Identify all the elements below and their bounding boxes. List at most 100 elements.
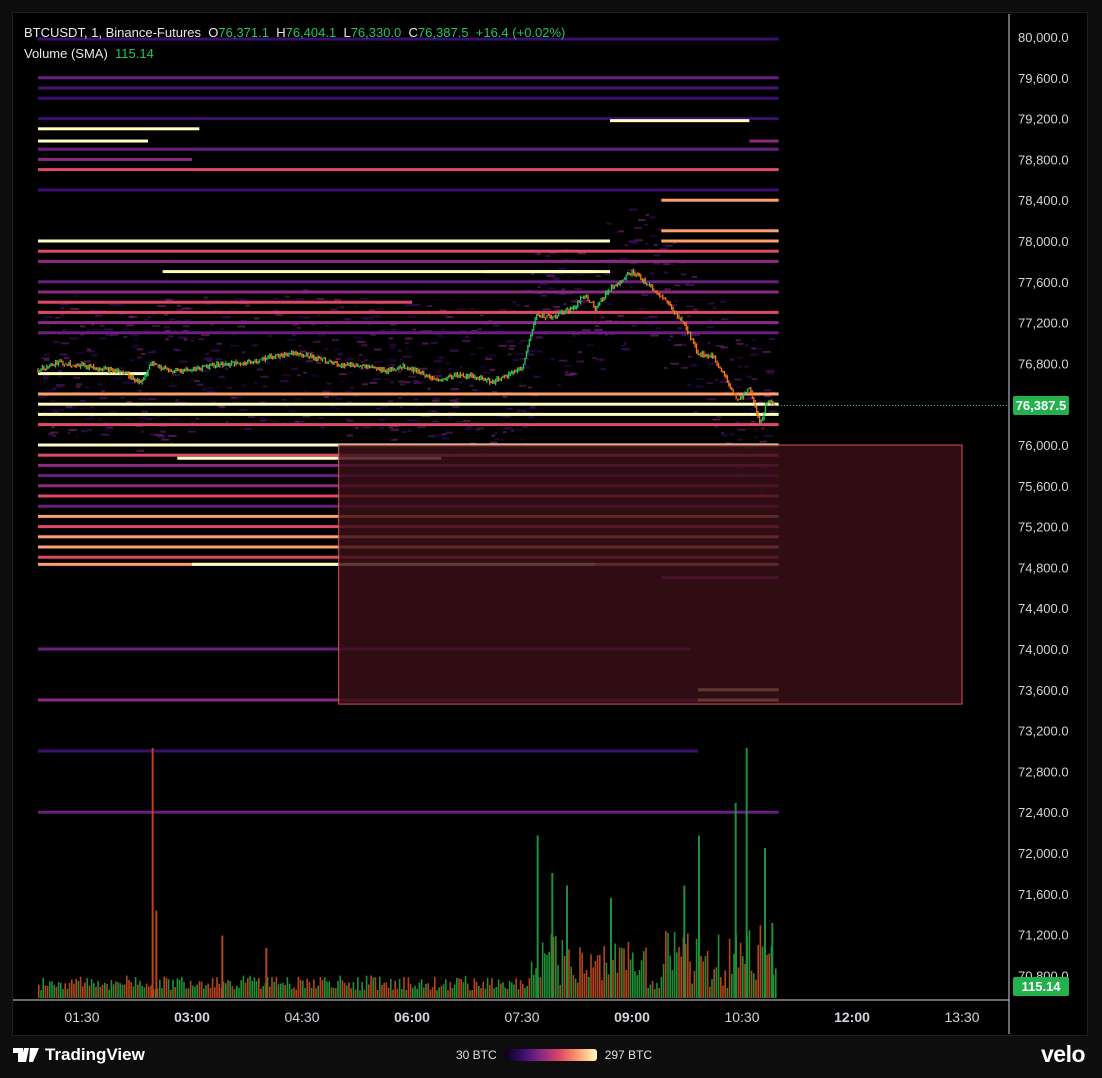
volume-spike xyxy=(771,923,774,998)
volume-bar xyxy=(572,974,575,998)
volume-bar xyxy=(88,985,91,998)
symbol-label[interactable]: BTCUSDT, 1, Binance-Futures xyxy=(24,25,201,40)
volume-bar xyxy=(486,978,489,998)
heat-cell xyxy=(67,431,71,434)
heat-cell xyxy=(347,371,353,374)
heat-cell xyxy=(340,306,345,309)
volume-bar xyxy=(601,980,603,998)
volume-bar xyxy=(695,938,698,998)
volume-bar xyxy=(95,986,97,998)
volume-bar xyxy=(656,983,658,998)
volume-spike xyxy=(221,935,224,998)
volume-bar xyxy=(717,934,720,998)
volume-bar xyxy=(108,989,110,998)
heat-cell xyxy=(345,418,351,421)
heat-cell xyxy=(356,340,366,343)
heat-cell xyxy=(638,219,646,222)
liquidity-level xyxy=(38,249,779,253)
heat-cell xyxy=(205,352,210,355)
heat-cell xyxy=(295,420,305,423)
volume-bar xyxy=(178,979,181,998)
heat-cell xyxy=(218,405,224,408)
volume-bar xyxy=(258,977,260,998)
heat-cell xyxy=(131,344,140,347)
volume-bar xyxy=(288,983,291,998)
volume-bar xyxy=(403,976,405,998)
heat-cell xyxy=(736,385,742,388)
heat-cell xyxy=(225,421,229,424)
volume-bar xyxy=(262,986,264,998)
heat-cell xyxy=(41,357,50,360)
heat-cell xyxy=(566,276,572,279)
volume-bar xyxy=(141,985,143,998)
heat-cell xyxy=(465,428,471,431)
heat-cell xyxy=(433,397,440,400)
volume-bar xyxy=(163,976,165,998)
heat-cell xyxy=(412,380,419,383)
heat-cell xyxy=(324,396,329,399)
volume-bar xyxy=(68,982,71,998)
heat-cell xyxy=(38,395,46,398)
volume-bar xyxy=(308,981,311,998)
heat-cell xyxy=(442,437,450,440)
heat-cell xyxy=(641,294,649,297)
heat-cell xyxy=(751,420,756,423)
volume-bar xyxy=(438,987,440,998)
volume-bar xyxy=(390,978,392,998)
heat-cell xyxy=(260,375,269,378)
volume-bar xyxy=(753,973,755,998)
volume-bar xyxy=(137,984,139,998)
volume-bar xyxy=(475,981,478,998)
heat-cell xyxy=(512,359,520,362)
heat-cell xyxy=(442,433,447,436)
heat-cell xyxy=(643,224,648,227)
heat-cell xyxy=(43,316,53,319)
chart-canvas[interactable]: 80,000.0 79,600.0 79,200.0 78,800.0 78,400.0… xyxy=(0,0,1102,1036)
heat-cell xyxy=(138,420,144,423)
heat-cell xyxy=(687,315,692,318)
volume-bar xyxy=(123,984,126,998)
liquidity-level xyxy=(485,270,596,274)
heat-cell xyxy=(631,324,637,327)
price-tick-label: 80,000.0 xyxy=(1018,30,1069,45)
heat-cell xyxy=(268,335,272,338)
volume-bar xyxy=(176,978,179,998)
volume-bar xyxy=(115,981,117,998)
heat-cell xyxy=(619,257,628,260)
heat-cell xyxy=(169,318,176,321)
volume-bar xyxy=(673,932,676,998)
heat-cell xyxy=(531,336,536,339)
heat-cell xyxy=(615,230,619,233)
liquidity-level xyxy=(38,96,779,100)
heat-cell xyxy=(707,342,711,345)
heat-cell xyxy=(361,383,369,386)
heat-cell xyxy=(680,273,687,276)
heat-cell xyxy=(175,399,179,402)
heat-cell xyxy=(516,409,526,412)
volume-bar xyxy=(634,971,636,998)
heat-cell xyxy=(203,296,209,299)
volume-bar xyxy=(150,985,152,998)
volume-bar xyxy=(744,963,746,998)
price-axis[interactable]: 80,000.0 79,600.0 79,200.0 78,800.0 78,400.0… xyxy=(1008,14,1069,1034)
heat-cell xyxy=(273,297,278,300)
heat-cell xyxy=(190,337,196,340)
volume-spike xyxy=(265,948,268,998)
heat-cell xyxy=(317,314,321,317)
volume-bar xyxy=(442,984,445,998)
tradingview-logo[interactable]: TradingView xyxy=(13,1045,145,1065)
heat-cell xyxy=(346,434,353,437)
change-value: +16.4 (+0.02%) xyxy=(475,25,566,40)
volume-label[interactable]: Volume (SMA) xyxy=(24,46,108,61)
time-axis[interactable]: 01:30 03:00 04:30 06:00 07:30 09:00 10:30 12:00… xyxy=(13,999,1009,1025)
heat-cell xyxy=(335,358,341,361)
heat-cell xyxy=(316,297,324,300)
volume-bar xyxy=(275,977,278,998)
volume-bar xyxy=(671,970,674,998)
heat-cell xyxy=(389,347,396,350)
heat-cell xyxy=(545,255,551,258)
heat-cell xyxy=(750,353,759,356)
volume-bar xyxy=(365,975,368,998)
heat-cell xyxy=(245,304,251,307)
heat-cell xyxy=(446,431,453,434)
